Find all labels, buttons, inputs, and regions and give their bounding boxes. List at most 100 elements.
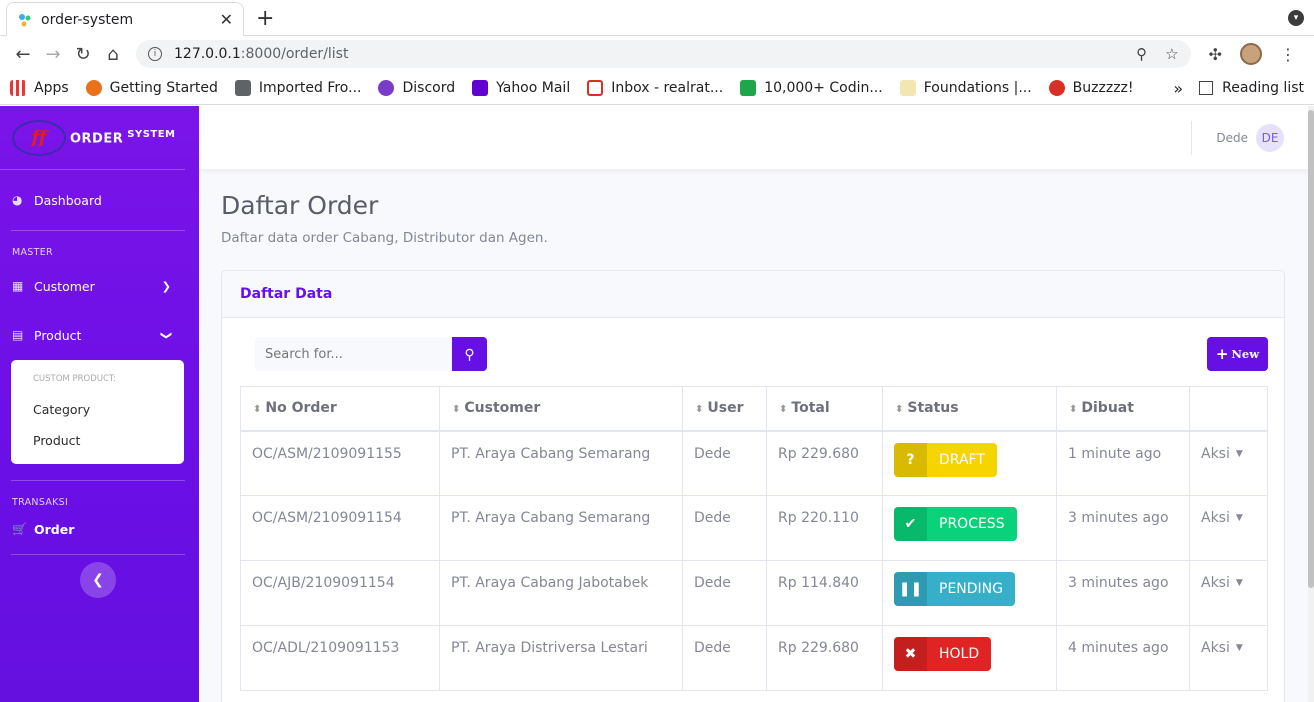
status-label: DRAFT bbox=[939, 451, 985, 468]
column-header-actions bbox=[1189, 386, 1268, 432]
page-scrollbar[interactable] bbox=[1308, 106, 1314, 702]
submenu-item-product[interactable]: Product bbox=[11, 425, 184, 456]
cell-status: ✖ HOLD bbox=[882, 625, 1057, 691]
product-box-icon: ▤ bbox=[12, 328, 24, 342]
tab-close-icon[interactable]: ✕ bbox=[220, 10, 233, 29]
apps-grid-icon bbox=[10, 80, 26, 96]
foundations-icon bbox=[899, 80, 916, 96]
orders-table: ⬍ No Order ⬍ Customer ⬍ User ⬍ Total ⬍ Status… bbox=[240, 386, 1268, 691]
firefox-icon bbox=[85, 80, 102, 96]
column-header-status[interactable]: ⬍ Status bbox=[882, 386, 1057, 432]
coding-icon bbox=[740, 80, 757, 96]
chevron-left-icon: ❮ bbox=[92, 572, 104, 588]
search-input[interactable] bbox=[255, 337, 452, 371]
cell-user: Dede bbox=[682, 430, 767, 496]
cell-dibuat: 1 minute ago bbox=[1056, 430, 1190, 496]
sidebar-toggle-button[interactable]: ❮ bbox=[80, 562, 116, 598]
column-header-user[interactable]: ⬍ User bbox=[682, 386, 767, 432]
bookmark-imported[interactable]: Imported Fro... bbox=[234, 80, 361, 96]
topbar: Dede DE bbox=[199, 106, 1314, 169]
bookmark-coding[interactable]: 10,000+ Codin... bbox=[740, 80, 883, 96]
cell-no-order: OC/ADL/2109091153 bbox=[240, 625, 440, 691]
search-button[interactable]: ⚲ bbox=[452, 337, 487, 371]
brand[interactable]: ff ORDER SYSTEM bbox=[0, 106, 185, 170]
home-icon[interactable]: ⌂ bbox=[98, 44, 128, 65]
cell-status: ❚❚ PENDING bbox=[882, 560, 1057, 626]
bookmark-discord[interactable]: Discord bbox=[378, 80, 455, 96]
cell-actions: Aksi ▼ bbox=[1189, 625, 1268, 691]
sort-icon: ⬍ bbox=[895, 404, 904, 416]
sidebar-item-dashboard[interactable]: ◕ Dashboard bbox=[0, 170, 199, 230]
caret-down-icon: ▼ bbox=[1235, 578, 1243, 588]
tab-search-icon[interactable]: ▾ bbox=[1288, 10, 1304, 26]
column-header-no-order[interactable]: ⬍ No Order bbox=[240, 386, 440, 432]
browser-menu-icon[interactable]: ⋮ bbox=[1280, 45, 1296, 64]
browser-tab[interactable]: order-system ✕ bbox=[6, 2, 244, 36]
bookmark-inbox[interactable]: Inbox - realrat... bbox=[587, 80, 723, 96]
building-icon: ▦ bbox=[12, 279, 24, 293]
sort-icon: ⬍ bbox=[253, 404, 262, 416]
reload-icon[interactable]: ↻ bbox=[68, 44, 98, 65]
bookmark-getting-started[interactable]: Getting Started bbox=[85, 80, 218, 96]
user-name[interactable]: Dede bbox=[1216, 131, 1248, 145]
bookmarks-overflow-button[interactable]: » bbox=[1173, 79, 1183, 98]
sort-icon: ⬍ bbox=[779, 404, 788, 416]
status-label: PROCESS bbox=[939, 516, 1005, 532]
cell-total: Rp 220.110 bbox=[766, 495, 883, 561]
search-group: ⚲ bbox=[255, 337, 487, 371]
bookmark-star-icon[interactable]: ☆ bbox=[1165, 45, 1178, 63]
sidebar-heading-master: MASTER bbox=[12, 247, 53, 258]
gmail-icon bbox=[587, 80, 604, 96]
table-header-row: ⬍ No Order ⬍ Customer ⬍ User ⬍ Total ⬍ Status… bbox=[240, 386, 1268, 432]
status-badge: ✔ PROCESS bbox=[894, 507, 1017, 541]
aksi-dropdown[interactable]: Aksi ▼ bbox=[1201, 446, 1243, 462]
new-order-button[interactable]: + New bbox=[1207, 337, 1268, 371]
cell-actions: Aksi ▼ bbox=[1189, 495, 1268, 561]
app: ff ORDER SYSTEM ◕ Dashboard MASTER ▦ Cust… bbox=[0, 106, 1314, 702]
reading-list-button[interactable]: Reading list bbox=[1199, 80, 1304, 96]
status-label: HOLD bbox=[939, 646, 980, 662]
cell-status: ✔ PROCESS bbox=[882, 495, 1057, 561]
column-header-customer[interactable]: ⬍ Customer bbox=[439, 386, 683, 432]
sidebar-item-customer[interactable]: ▦ Customer ❯ bbox=[0, 262, 199, 310]
back-icon[interactable]: ← bbox=[8, 44, 38, 65]
sidebar-item-order[interactable]: 🛒 Order bbox=[0, 512, 199, 546]
user-avatar[interactable]: DE bbox=[1256, 123, 1284, 152]
extensions-icon[interactable]: ✣ bbox=[1209, 45, 1222, 64]
scrollbar-thumb[interactable] bbox=[1308, 110, 1314, 588]
search-icon: ⚲ bbox=[464, 345, 475, 362]
bookmark-buzz[interactable]: Buzzzzz! bbox=[1048, 80, 1134, 96]
sort-icon: ⬍ bbox=[452, 404, 461, 416]
profile-avatar[interactable] bbox=[1240, 43, 1262, 65]
cell-no-order: OC/ASM/2109091155 bbox=[240, 430, 440, 496]
brand-name: ORDER SYSTEM bbox=[70, 128, 176, 147]
bookmark-foundations[interactable]: Foundations |... bbox=[899, 80, 1032, 96]
aksi-dropdown[interactable]: Aksi ▼ bbox=[1201, 640, 1243, 656]
site-info-icon[interactable]: i bbox=[148, 47, 162, 61]
zoom-search-icon[interactable]: ⚲ bbox=[1136, 45, 1147, 63]
cell-dibuat: 4 minutes ago bbox=[1056, 625, 1190, 691]
sidebar-item-product[interactable]: ▤ Product ❯ bbox=[0, 310, 199, 360]
cell-customer: PT. Araya Cabang Semarang bbox=[439, 430, 683, 496]
new-tab-button[interactable]: + bbox=[256, 6, 274, 31]
browser-tabstrip: order-system ✕ + ▾ bbox=[0, 0, 1314, 36]
url-host: 127.0.0.1 bbox=[174, 46, 241, 62]
cell-customer: PT. Araya Distriversa Lestari bbox=[439, 625, 683, 691]
forward-icon[interactable]: → bbox=[38, 44, 68, 65]
column-header-total[interactable]: ⬍ Total bbox=[766, 386, 883, 432]
sort-icon: ⬍ bbox=[1069, 404, 1078, 416]
cell-total: Rp 229.680 bbox=[766, 625, 883, 691]
caret-down-icon: ▼ bbox=[1235, 448, 1243, 459]
submenu-item-category[interactable]: Category bbox=[11, 394, 184, 425]
bookmark-yahoo-mail[interactable]: Yahoo Mail bbox=[472, 80, 570, 96]
status-label: PENDING bbox=[939, 581, 1003, 597]
cell-no-order: OC/ASM/2109091154 bbox=[240, 495, 440, 561]
bookmark-apps[interactable]: Apps bbox=[10, 80, 69, 96]
aksi-dropdown[interactable]: Aksi ▼ bbox=[1201, 510, 1243, 526]
aksi-dropdown[interactable]: Aksi ▼ bbox=[1201, 575, 1243, 591]
yahoo-mail-icon bbox=[472, 80, 489, 96]
column-header-dibuat[interactable]: ⬍ Dibuat bbox=[1056, 386, 1190, 432]
address-bar[interactable]: i 127.0.0.1:8000/order/list ⚲ ☆ bbox=[136, 40, 1191, 68]
cell-customer: PT. Araya Cabang Jabotabek bbox=[439, 560, 683, 626]
cell-total: Rp 114.840 bbox=[766, 560, 883, 626]
